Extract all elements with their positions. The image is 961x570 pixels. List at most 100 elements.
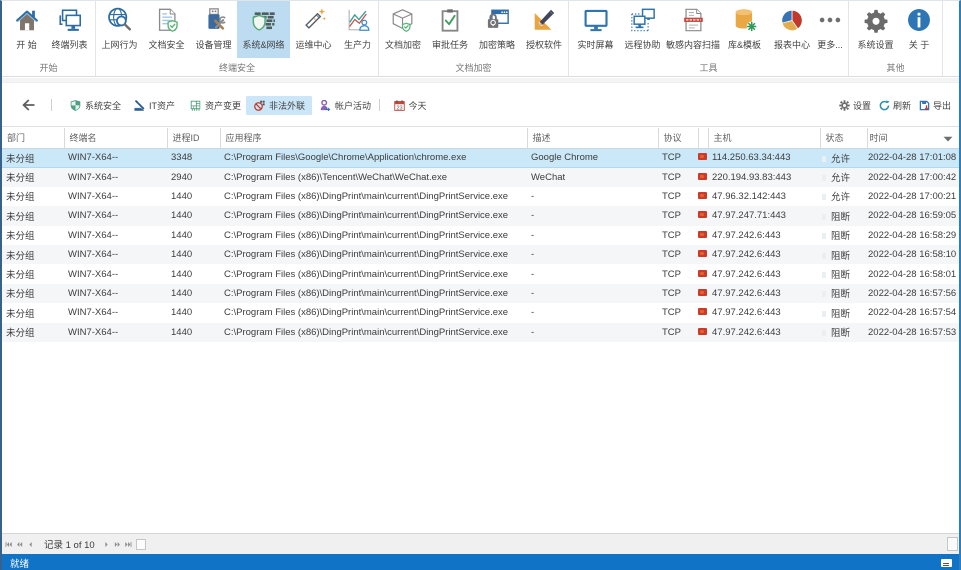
grid-column-header[interactable] <box>698 128 708 148</box>
cell-app: C:\Program Files (x86)\DingPrint\main\cu… <box>220 323 527 342</box>
host-flag-icon <box>698 211 707 218</box>
cell-desc: - <box>527 323 658 342</box>
table-row[interactable]: 未分组WIN7-X64--1440C:\Program Files (x86)\… <box>2 206 959 225</box>
toolbar-action-refresh[interactable]: 刷新 <box>879 99 911 112</box>
ribbon-button[interactable]: 文档安全 <box>143 1 190 58</box>
column-filter-dropdown-icon[interactable] <box>943 136 953 142</box>
export-icon <box>919 100 930 111</box>
toolbar-action-export[interactable]: 导出 <box>919 99 951 112</box>
back-arrow-icon[interactable] <box>21 97 37 113</box>
grid-column-header[interactable]: 进程ID <box>167 128 220 148</box>
nav-prev-button[interactable] <box>27 541 34 548</box>
cell-proto: TCP <box>658 264 698 283</box>
toolbar-item[interactable]: IT资产 <box>126 96 182 115</box>
grid-column-header[interactable]: 主机 <box>708 128 820 148</box>
ribbon-button[interactable]: 审批任务 <box>427 1 474 58</box>
ribbon: 开 始终端列表开始上网行为文档安全设备管理系统&网络运维中心生产力终端安全文档加… <box>2 1 959 77</box>
table-row[interactable]: 未分组WIN7-X64--1440C:\Program Files (x86)\… <box>2 245 959 264</box>
ribbon-button[interactable]: 运维中心 <box>290 1 337 58</box>
nav-edit-box[interactable] <box>136 539 146 550</box>
terminal-list-icon <box>57 7 83 33</box>
table-row[interactable]: 未分组WIN7-X64--2940C:\Program Files (x86)\… <box>2 167 959 186</box>
toolbar-item[interactable]: 系统安全 <box>62 96 126 115</box>
toolbar-item-label: 系统安全 <box>85 99 121 112</box>
table-row[interactable]: 未分组WIN7-X64--1440C:\Program Files (x86)\… <box>2 303 959 322</box>
cell-pid: 3348 <box>167 148 220 167</box>
toolbar-item[interactable]: 资产变更 <box>182 96 246 115</box>
toolbar-item-label: 帐户活动 <box>335 99 371 112</box>
ribbon-button[interactable]: 上网行为 <box>96 1 143 58</box>
cell-proto: TCP <box>658 284 698 303</box>
app-window: 开 始终端列表开始上网行为文档安全设备管理系统&网络运维中心生产力终端安全文档加… <box>0 0 961 570</box>
grid-column-header[interactable]: 终端名 <box>64 128 167 148</box>
ribbon-button[interactable]: 关 于 <box>899 1 939 58</box>
ribbon-button[interactable]: 系统&网络 <box>237 1 290 58</box>
nav-first-button[interactable] <box>5 541 12 548</box>
ribbon-button[interactable]: 文档加密 <box>380 1 427 58</box>
nav-last-button[interactable] <box>125 541 132 548</box>
host-flag-cell <box>698 303 708 322</box>
cell-terminal: WIN7-X64-- <box>64 206 167 225</box>
cell-status: 允许 <box>820 187 867 206</box>
cell-time: 2022-04-28 16:58:01 <box>867 264 959 283</box>
cell-time: 2022-04-28 16:58:10 <box>867 245 959 264</box>
ribbon-button[interactable]: 开 始 <box>6 1 48 58</box>
cell-time: 2022-04-28 16:57:53 <box>867 323 959 342</box>
scan-doc-icon <box>680 7 706 33</box>
ribbon-button[interactable]: 库&模板 <box>720 1 769 58</box>
data-grid: 部门终端名进程ID应用程序描述协议主机状态时间未分组WIN7-X64--3348… <box>2 128 959 342</box>
cell-proto: TCP <box>658 226 698 245</box>
cell-pid: 1440 <box>167 303 220 322</box>
grid-column-header[interactable]: 时间 <box>867 128 959 148</box>
ribbon-button[interactable]: 更多... <box>815 1 845 58</box>
ribbon-button[interactable]: 授权软件 <box>521 1 568 58</box>
host-flag-cell <box>698 167 708 186</box>
table-row[interactable]: 未分组WIN7-X64--1440C:\Program Files (x86)\… <box>2 187 959 206</box>
statusbar-message-icon[interactable] <box>941 559 952 567</box>
host-flag-cell <box>698 148 708 167</box>
ribbon-button[interactable]: 实时屏幕 <box>572 1 619 58</box>
ribbon-button[interactable]: 远程协助 <box>619 1 666 58</box>
grid-column-header[interactable]: 应用程序 <box>220 128 527 148</box>
grid-column-header[interactable]: 协议 <box>658 128 698 148</box>
ribbon-button[interactable]: 生产力 <box>337 1 378 58</box>
host-flag-icon <box>698 192 707 199</box>
ribbon-group: 系统设置关 于其他 <box>849 1 943 77</box>
ribbon-button[interactable]: 设备管理 <box>190 1 237 58</box>
toolbar-item[interactable]: 非法外联 <box>246 96 312 115</box>
toolbar-action-label: 设置 <box>853 99 871 112</box>
account-activity-icon <box>320 100 331 111</box>
toolbar-item-label: 非法外联 <box>269 99 305 112</box>
cell-host: 47.97.242.6:443 <box>708 245 820 264</box>
ribbon-button[interactable]: 加密策略 <box>474 1 521 58</box>
grid-column-header[interactable]: 状态 <box>820 128 867 148</box>
ribbon-button[interactable]: 系统设置 <box>852 1 899 58</box>
status-bar: 就绪 <box>2 554 959 570</box>
toolbar-item-label: IT资产 <box>149 99 175 112</box>
nav-prevpage-button[interactable] <box>16 541 23 548</box>
ribbon-button[interactable]: 报表中心 <box>769 1 815 58</box>
table-row[interactable]: 未分组WIN7-X64--1440C:\Program Files (x86)\… <box>2 323 959 342</box>
nav-nextpage-button[interactable] <box>114 541 121 548</box>
cell-pid: 1440 <box>167 323 220 342</box>
grid-column-header[interactable]: 部门 <box>2 128 64 148</box>
cell-pid: 1440 <box>167 206 220 225</box>
grid-column-header[interactable]: 描述 <box>527 128 658 148</box>
ribbon-button[interactable]: 终端列表 <box>48 1 92 58</box>
cell-time: 2022-04-28 16:59:05 <box>867 206 959 225</box>
monitor-icon <box>583 7 609 33</box>
host-flag-cell <box>698 226 708 245</box>
cell-terminal: WIN7-X64-- <box>64 167 167 186</box>
nav-next-button[interactable] <box>103 541 110 548</box>
cell-terminal: WIN7-X64-- <box>64 284 167 303</box>
table-row[interactable]: 未分组WIN7-X64--1440C:\Program Files (x86)\… <box>2 284 959 303</box>
toolbar-action-gear-small[interactable]: 设置 <box>839 99 871 112</box>
table-row[interactable]: 未分组WIN7-X64--3348C:\Program Files\Google… <box>2 148 959 167</box>
table-row[interactable]: 未分组WIN7-X64--1440C:\Program Files (x86)\… <box>2 264 959 283</box>
table-row[interactable]: 未分组WIN7-X64--1440C:\Program Files (x86)\… <box>2 226 959 245</box>
toolbar-item[interactable]: 帐户活动 <box>312 96 377 115</box>
cell-desc: - <box>527 206 658 225</box>
ribbon-button[interactable]: 敏感内容扫描 <box>666 1 720 58</box>
cell-desc: - <box>527 264 658 283</box>
toolbar-today-filter[interactable]: 今天 <box>385 96 434 115</box>
